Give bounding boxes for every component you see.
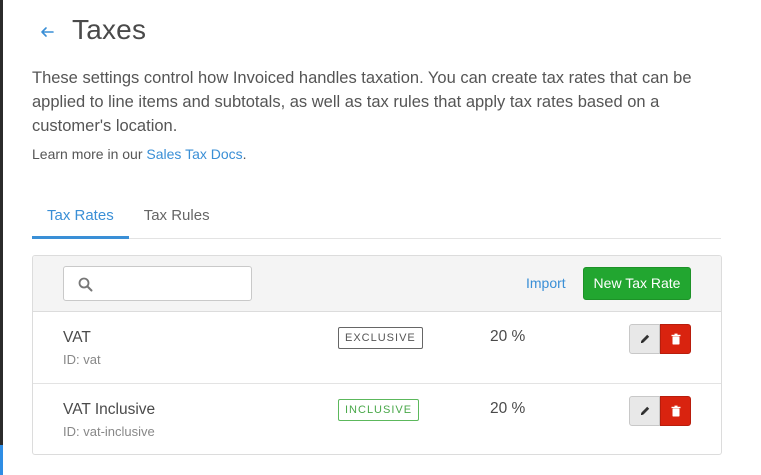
import-link[interactable]: Import — [526, 275, 566, 291]
tab-tax-rules[interactable]: Tax Rules — [129, 205, 225, 239]
learn-more-text: Learn more in our Sales Tax Docs. — [32, 146, 247, 162]
pencil-icon — [641, 334, 650, 343]
edit-button[interactable] — [629, 396, 660, 426]
table-row: VAT ID: vat EXCLUSIVE 20 % — [33, 312, 721, 384]
delete-button[interactable] — [660, 324, 691, 354]
search-box[interactable] — [63, 266, 252, 301]
trash-icon — [671, 405, 681, 417]
tab-tax-rates[interactable]: Tax Rates — [32, 205, 129, 239]
edit-button[interactable] — [629, 324, 660, 354]
delete-button[interactable] — [660, 396, 691, 426]
tax-rates-panel: Import New Tax Rate VAT ID: vat EXCLUSIV… — [32, 255, 722, 455]
tab-bar: Tax Rates Tax Rules — [32, 205, 721, 239]
tax-rate-name: VAT Inclusive — [63, 401, 156, 418]
search-input[interactable] — [100, 273, 245, 295]
new-tax-rate-button[interactable]: New Tax Rate — [583, 267, 691, 300]
page-header: Taxes — [40, 14, 146, 46]
panel-toolbar: Import New Tax Rate — [33, 256, 721, 312]
window-edge — [0, 0, 3, 475]
search-icon — [78, 277, 93, 292]
table-row: VAT Inclusive ID: vat-inclusive INCLUSIV… — [33, 384, 721, 454]
tax-rate-name: VAT — [63, 329, 91, 346]
sales-tax-docs-link[interactable]: Sales Tax Docs — [146, 146, 242, 162]
pencil-icon — [641, 406, 650, 415]
tax-rate-value: 20 % — [490, 400, 526, 417]
tax-rate-id: ID: vat-inclusive — [63, 424, 155, 439]
window-edge-accent — [0, 445, 3, 475]
page-description: These settings control how Invoiced hand… — [32, 69, 692, 135]
learn-more-prefix: Learn more in our — [32, 146, 143, 162]
trash-icon — [671, 333, 681, 345]
page-title: Taxes — [72, 14, 147, 45]
back-arrow-icon[interactable] — [40, 25, 54, 39]
status-badge: EXCLUSIVE — [338, 327, 423, 349]
learn-more-suffix: . — [242, 146, 247, 162]
status-badge: INCLUSIVE — [338, 399, 420, 421]
tax-rate-id: ID: vat — [63, 352, 101, 367]
tax-rate-value: 20 % — [490, 328, 526, 345]
